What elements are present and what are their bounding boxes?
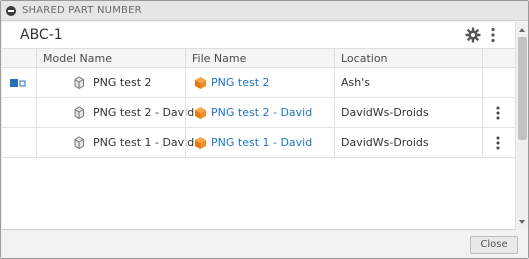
model-name: PNG test 2: [93, 76, 152, 89]
location-cell: DavidWs-Droids: [334, 98, 482, 127]
close-button[interactable]: Close: [470, 236, 518, 254]
model-name: PNG test 1 - David: [93, 136, 195, 149]
gear-icon[interactable]: [465, 27, 481, 43]
table-header: Model Name File Name Location: [2, 48, 515, 68]
table-row[interactable]: PNG test 2 PNG test 2 Ash's: [2, 68, 515, 98]
row-actions-cell: [482, 128, 515, 157]
column-header-actions: [482, 49, 515, 68]
select-cell[interactable]: [2, 98, 36, 127]
model-name-cell: PNG test 1 - David: [36, 128, 194, 157]
location-cell: Ash's: [334, 68, 482, 97]
scroll-down-arrow-icon[interactable]: [519, 220, 525, 224]
part-model-icon: [74, 76, 84, 89]
table-row[interactable]: PNG test 1 - David PNG test 1 - David Da…: [2, 128, 515, 158]
select-cell[interactable]: [2, 68, 36, 97]
file-name-link[interactable]: PNG test 2: [211, 68, 270, 97]
location-text: DavidWs-Droids: [341, 136, 429, 149]
file-name-link[interactable]: PNG test 1 - David: [211, 128, 312, 157]
part-model-icon: [74, 106, 84, 119]
row-menu-icon[interactable]: [493, 105, 503, 121]
file-name-link[interactable]: PNG test 2 - David: [211, 98, 312, 127]
column-header-select: [2, 49, 36, 68]
model-name: PNG test 2 - David: [93, 106, 195, 119]
row-actions-cell: [482, 98, 515, 127]
table-row[interactable]: PNG test 2 - David PNG test 2 - David Da…: [2, 98, 515, 128]
shared-part-number-dialog: SHARED PART NUMBER ABC-1 Model Name File…: [0, 0, 529, 259]
part-model-icon: [74, 136, 84, 149]
model-name-cell: PNG test 2 - David: [36, 98, 194, 127]
dialog-titlebar: SHARED PART NUMBER: [1, 1, 528, 21]
column-header-location[interactable]: Location: [334, 49, 482, 68]
location-cell: DavidWs-Droids: [334, 128, 482, 157]
design-file-icon: [195, 107, 206, 119]
part-number-heading: ABC-1: [20, 27, 63, 43]
parts-table: Model Name File Name Location PNG test 2…: [2, 48, 515, 158]
location-text: Ash's: [341, 76, 370, 89]
dialog-footer: Close: [1, 231, 528, 258]
kebab-menu-icon[interactable]: [487, 26, 499, 44]
file-name-cell: PNG test 1 - David: [185, 128, 334, 157]
design-file-icon: [195, 77, 206, 89]
collapse-icon[interactable]: [6, 6, 16, 16]
column-header-file-name[interactable]: File Name: [185, 49, 334, 68]
dialog-title: SHARED PART NUMBER: [22, 5, 142, 16]
design-file-icon: [195, 137, 206, 149]
file-name-cell: PNG test 2 - David: [185, 98, 334, 127]
dialog-content: ABC-1 Model Name File Name Location PNG …: [2, 22, 515, 230]
location-text: DavidWs-Droids: [341, 106, 429, 119]
column-header-model-name[interactable]: Model Name: [36, 49, 185, 68]
scroll-up-arrow-icon[interactable]: [519, 28, 525, 32]
model-name-cell: PNG test 2: [36, 68, 185, 97]
scrollbar-thumb[interactable]: [518, 37, 527, 140]
row-menu-icon[interactable]: [493, 135, 503, 151]
vertical-scrollbar[interactable]: [515, 22, 528, 230]
file-name-cell: PNG test 2: [185, 68, 334, 97]
row-actions-cell: [482, 68, 515, 97]
selection-indicator-icon: [10, 79, 26, 87]
select-cell[interactable]: [2, 128, 36, 157]
